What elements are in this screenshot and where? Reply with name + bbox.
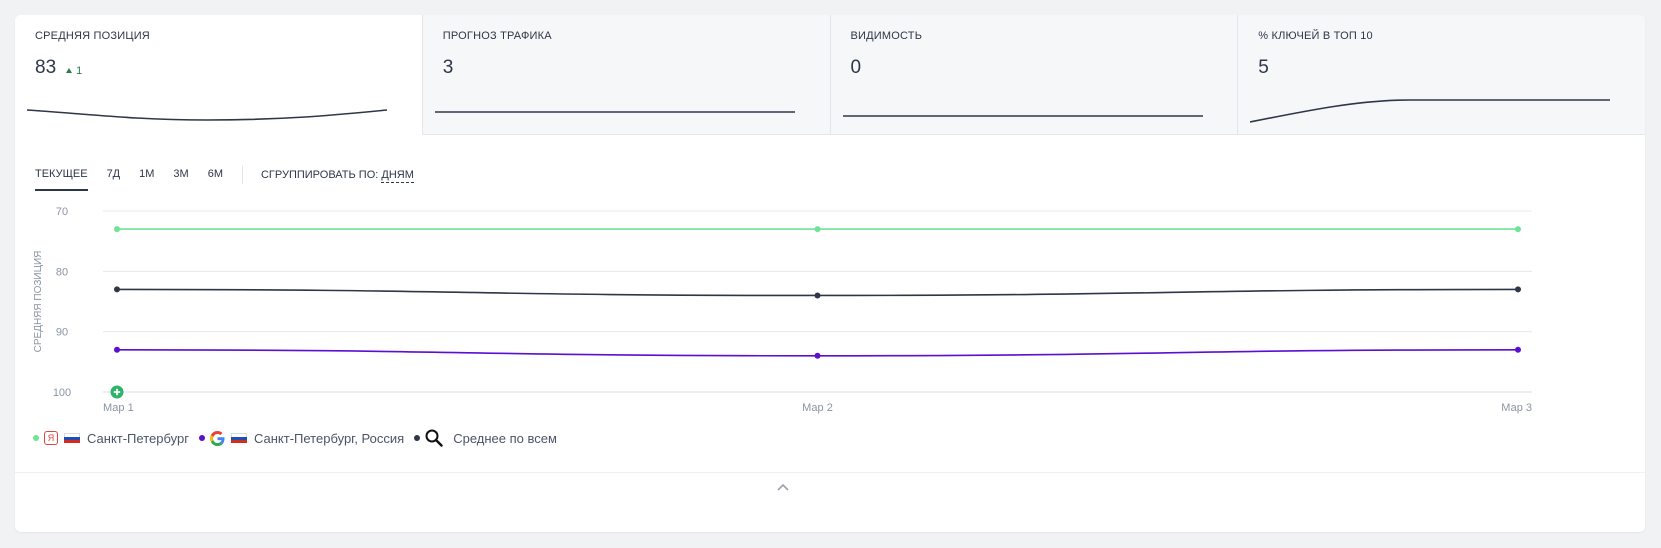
- toolbar-divider: [241, 166, 243, 184]
- data-point: [1515, 286, 1521, 293]
- x-tick-label: Мар 1: [103, 402, 134, 414]
- metric-value-number: 0: [850, 57, 862, 78]
- data-point: [814, 226, 821, 233]
- data-point: [1515, 226, 1521, 233]
- google-icon: [209, 430, 225, 446]
- metric-title: ВИДИМОСТЬ: [850, 30, 923, 42]
- metric-visibility[interactable]: ВИДИМОСТЬ 0: [830, 15, 1239, 135]
- metric-value: 0: [851, 57, 862, 79]
- russia-flag-icon: [230, 432, 247, 444]
- y-tick-label: 90: [56, 327, 68, 339]
- data-point: [1515, 346, 1521, 353]
- chevron-up-icon: [777, 483, 789, 491]
- legend-item-yandex-spb[interactable]: Я Санкт-Петербург: [33, 431, 189, 446]
- legend-dot: [33, 435, 39, 441]
- metric-value: 5: [1258, 57, 1269, 79]
- sparkline: [1250, 99, 1611, 123]
- add-annotation-icon[interactable]: [110, 385, 124, 399]
- metric-title: ПРОГНОЗ ТРАФИКА: [442, 30, 552, 42]
- metric-traffic-forecast[interactable]: ПРОГНОЗ ТРАФИКА 3: [422, 15, 831, 135]
- metric-tiles: СРЕДНЯЯ ПОЗИЦИЯ 83 1 ПРОГНОЗ ТРАФИКА 3 В…: [15, 15, 1645, 135]
- card-footer: [15, 472, 1645, 532]
- metric-delta: 1: [66, 65, 82, 77]
- data-point: [814, 352, 821, 359]
- metric-value-number: 3: [442, 57, 454, 78]
- legend-item-average[interactable]: Среднее по всем: [414, 429, 557, 447]
- metric-title: СРЕДНЯЯ ПОЗИЦИЯ: [35, 30, 150, 42]
- metric-average-position[interactable]: СРЕДНЯЯ ПОЗИЦИЯ 83 1: [15, 15, 423, 135]
- period-tab-1m[interactable]: 1М: [139, 168, 154, 191]
- chart-legend: Я Санкт-Петербург Санкт-Петербург, Росси…: [33, 429, 567, 447]
- y-tick-label: 80: [56, 266, 68, 278]
- metric-value-number: 5: [1258, 57, 1269, 78]
- x-tick-label: Мар 2: [802, 402, 833, 414]
- period-tab-3m[interactable]: 3М: [173, 168, 188, 191]
- russia-flag-icon: [64, 432, 80, 444]
- period-tab-current[interactable]: ТЕКУЩЕЕ: [35, 168, 88, 191]
- sparkline: [842, 115, 1203, 117]
- data-point: [114, 286, 120, 293]
- legend-label: Санкт-Петербург: [87, 430, 189, 446]
- x-tick-label: Мар 3: [1501, 402, 1532, 414]
- metric-value: 3: [443, 57, 454, 79]
- group-by-dropdown[interactable]: ДНЯМ: [381, 169, 414, 183]
- group-by-label: СГРУППИРОВАТЬ ПО:: [260, 169, 379, 181]
- legend-label: Санкт-Петербург, Россия: [253, 430, 405, 446]
- metric-value-number: 83: [35, 57, 57, 78]
- legend-label: Среднее по всем: [453, 430, 557, 446]
- period-tab-7d[interactable]: 7Д: [107, 168, 121, 191]
- y-axis-label: СРЕДНЯЯ ПОЗИЦИЯ: [33, 251, 44, 353]
- sparkline: [434, 111, 795, 113]
- yandex-icon: Я: [44, 431, 58, 445]
- period-toolbar: ТЕКУЩЕЕ 7Д 1М 3М 6М СГРУППИРОВАТЬ ПО: ДН…: [35, 161, 414, 191]
- metric-delta-value: 1: [76, 64, 83, 77]
- data-point: [114, 346, 120, 353]
- metric-title: % КЛЮЧЕЙ В ТОП 10: [1258, 30, 1373, 42]
- legend-item-google-spb[interactable]: Санкт-Петербург, Россия: [198, 430, 405, 446]
- position-chart: СРЕДНЯЯ ПОЗИЦИЯ 70 80 90 100 Мар 1 Мар 2 Мар 3: [33, 206, 1532, 414]
- collapse-button[interactable]: [775, 479, 791, 495]
- data-point: [814, 292, 821, 299]
- group-by: СГРУППИРОВАТЬ ПО: ДНЯМ: [261, 169, 414, 190]
- arrow-up-icon: [66, 68, 73, 73]
- metric-value: 83 1: [35, 57, 82, 79]
- period-tab-6m[interactable]: 6М: [208, 168, 223, 191]
- metric-top10-keys[interactable]: % КЛЮЧЕЙ В ТОП 10 5: [1238, 15, 1645, 135]
- search-icon: [425, 429, 443, 447]
- sparkline: [27, 109, 388, 121]
- y-tick-label: 100: [53, 387, 71, 399]
- legend-dot: [198, 435, 205, 441]
- y-tick-label: 70: [56, 206, 68, 218]
- data-point: [114, 226, 120, 233]
- legend-dot: [414, 435, 421, 441]
- position-dashboard-card: СРЕДНЯЯ ПОЗИЦИЯ 83 1 ПРОГНОЗ ТРАФИКА 3 В…: [15, 15, 1645, 532]
